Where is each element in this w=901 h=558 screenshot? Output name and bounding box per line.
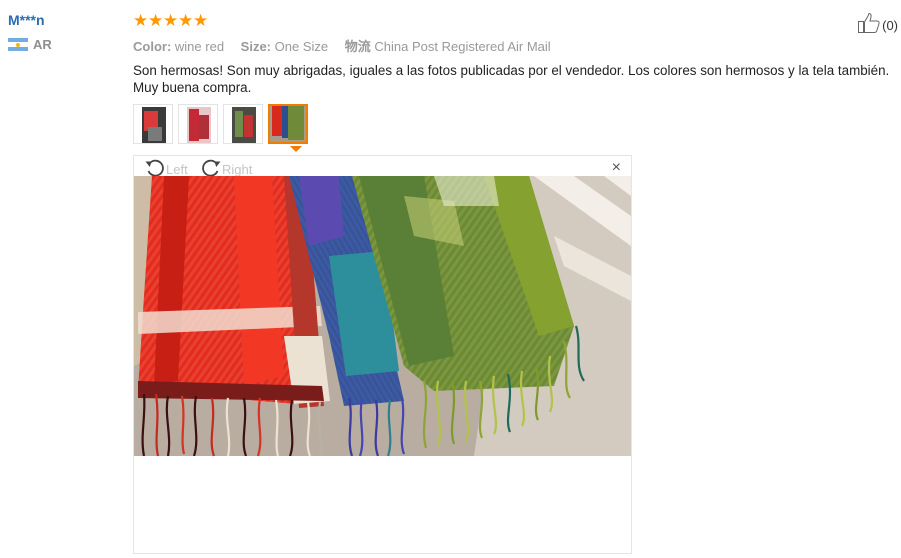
size-value: One Size bbox=[274, 39, 329, 54]
helpful-count: (0) bbox=[882, 18, 898, 33]
argentina-flag-icon bbox=[8, 38, 28, 51]
photo-viewer: Left Right × bbox=[133, 155, 632, 554]
review-content: ★ ★ ★ ★ ★ Color: wine red Size: One Size… bbox=[133, 12, 898, 96]
photo-thumbnail-selected[interactable] bbox=[268, 104, 308, 144]
color-label: Color: bbox=[133, 39, 172, 54]
star-icon: ★ bbox=[148, 11, 164, 30]
close-viewer-button[interactable]: × bbox=[612, 159, 621, 177]
reviewer-name[interactable]: M***n bbox=[8, 12, 52, 28]
photo-thumbnail[interactable] bbox=[133, 104, 173, 144]
helpful-button[interactable]: (0) bbox=[857, 12, 898, 39]
star-icon: ★ bbox=[163, 11, 179, 30]
country-code: AR bbox=[33, 37, 52, 52]
shipping-label: 物流 bbox=[344, 39, 371, 54]
color-value: wine red bbox=[174, 39, 225, 54]
order-details: Color: wine red Size: One Size 物流 China … bbox=[133, 36, 898, 55]
photo-thumbnail[interactable] bbox=[178, 104, 218, 144]
reviewer-country: AR bbox=[8, 37, 52, 52]
rotate-right-label: Right bbox=[222, 162, 253, 177]
star-icon: ★ bbox=[133, 11, 149, 30]
review-photo bbox=[134, 176, 631, 456]
reviewer-info: M***n AR bbox=[8, 12, 52, 52]
photo-thumbnails bbox=[133, 104, 313, 144]
thumbs-up-icon bbox=[857, 12, 881, 39]
photo-thumbnail[interactable] bbox=[223, 104, 263, 144]
review-text: Son hermosas! Son muy abrigadas, iguales… bbox=[133, 63, 890, 95]
size-label: Size: bbox=[240, 39, 272, 54]
rating-stars: ★ ★ ★ ★ ★ bbox=[133, 12, 898, 30]
star-icon: ★ bbox=[178, 11, 194, 30]
star-icon: ★ bbox=[193, 11, 209, 30]
shipping-value: China Post Registered Air Mail bbox=[374, 39, 551, 54]
thumbnail-pointer bbox=[290, 146, 302, 152]
rotate-left-label: Left bbox=[166, 162, 188, 177]
